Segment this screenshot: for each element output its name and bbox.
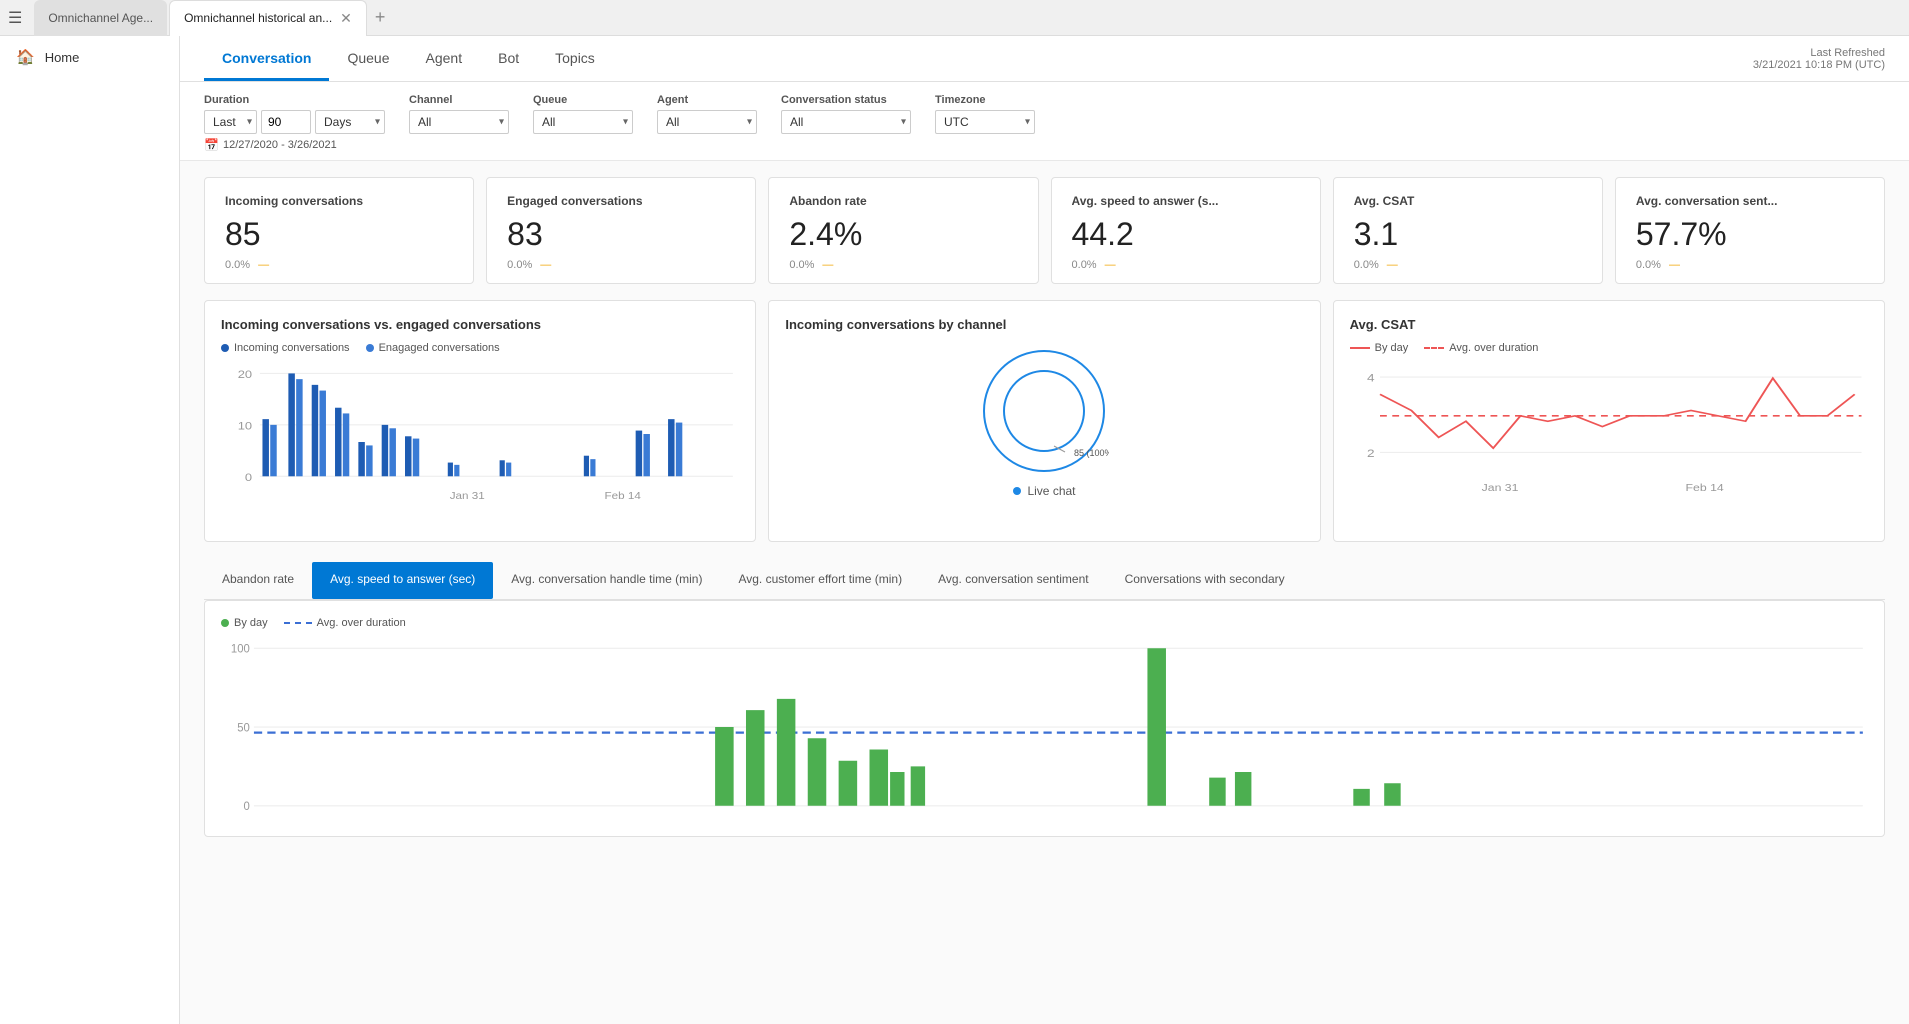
tab-topics[interactable]: Topics [537, 36, 613, 81]
svg-text:Jan 31: Jan 31 [1481, 483, 1518, 494]
tab-active-2[interactable]: Omnichannel historical an... ✕ [169, 0, 367, 36]
filter-queue: Queue All [533, 94, 633, 134]
calendar-icon: 📅 [204, 138, 219, 152]
legend-engaged: Enagaged conversations [366, 342, 500, 354]
svg-text:20: 20 [238, 368, 253, 381]
tab-label-1: Omnichannel Age... [48, 11, 153, 25]
sidebar-item-label-home: Home [45, 50, 80, 65]
tab-conversation[interactable]: Conversation [204, 36, 329, 81]
svg-text:Feb 14: Feb 14 [605, 491, 641, 502]
filter-timezone-select[interactable]: UTC [935, 110, 1035, 134]
csat-line-svg: 4 2 Jan 31 Feb 14 [1350, 362, 1868, 502]
content-area: Conversation Queue Agent Bot Topics Last… [180, 36, 1909, 1024]
tab-agent[interactable]: Agent [408, 36, 481, 81]
kpi-card-abandon: Abandon rate 2.4% 0.0% — [768, 177, 1038, 284]
tab-label-2: Omnichannel historical an... [184, 11, 332, 25]
bottom-tab-effort[interactable]: Avg. customer effort time (min) [720, 562, 920, 599]
filter-agent: Agent All [657, 94, 757, 134]
filter-duration-number[interactable] [261, 110, 311, 134]
bottom-tabs: Abandon rate Avg. speed to answer (sec) … [204, 562, 1885, 600]
bottom-chart-section: By day Avg. over duration 100 50 0 [204, 600, 1885, 837]
menu-icon[interactable]: ☰ [8, 8, 22, 28]
svg-text:2: 2 [1367, 447, 1375, 459]
svg-text:0: 0 [244, 799, 251, 814]
filter-queue-select[interactable]: All [533, 110, 633, 134]
svg-text:0: 0 [245, 471, 252, 484]
svg-text:85 (100%): 85 (100%) [1074, 448, 1109, 458]
filter-agent-select[interactable]: All [657, 110, 757, 134]
bottom-tabs-section: Abandon rate Avg. speed to answer (sec) … [180, 554, 1909, 600]
bar-chart-svg: 20 10 0 [221, 362, 739, 522]
bottom-tab-handle[interactable]: Avg. conversation handle time (min) [493, 562, 720, 599]
donut-chart-card: Incoming conversations by channel 85 (10… [768, 300, 1320, 542]
nav-tabs: Conversation Queue Agent Bot Topics [204, 36, 613, 81]
tab-close-icon[interactable]: ✕ [340, 10, 352, 27]
legend-line-byday [1350, 347, 1370, 349]
svg-text:Feb 14: Feb 14 [1685, 483, 1723, 494]
kpi-card-engaged: Engaged conversations 83 0.0% — [486, 177, 756, 284]
filter-duration: Duration Last Days Weeks Mon [204, 94, 385, 134]
svg-text:50: 50 [237, 720, 250, 735]
filter-channel-select[interactable]: All [409, 110, 509, 134]
bottom-tab-abandon[interactable]: Abandon rate [204, 562, 312, 599]
tab-inactive-1[interactable]: Omnichannel Age... [34, 0, 167, 36]
bottom-legend-dashed [284, 622, 312, 624]
browser-bar: ☰ Omnichannel Age... Omnichannel histori… [0, 0, 1909, 36]
bottom-chart-legend: By day Avg. over duration [221, 617, 1868, 629]
legend-dot-incoming [221, 344, 229, 352]
main-layout: 🏠 Home Conversation Queue Agent Bot [0, 36, 1909, 1024]
filter-channel: Channel All [409, 94, 509, 134]
svg-text:10: 10 [238, 419, 253, 432]
last-refreshed: Last Refreshed 3/21/2021 10:18 PM (UTC) [1753, 47, 1885, 81]
home-icon: 🏠 [16, 48, 35, 66]
kpi-section: Incoming conversations 85 0.0% — Engaged… [180, 161, 1909, 292]
csat-chart-card: Avg. CSAT By day Avg. over duration 4 2 [1333, 300, 1885, 542]
kpi-card-sentiment: Avg. conversation sent... 57.7% 0.0% — [1615, 177, 1885, 284]
svg-text:Jan 31: Jan 31 [450, 491, 485, 502]
kpi-card-speed: Avg. speed to answer (s... 44.2 0.0% — [1051, 177, 1321, 284]
filter-duration-preset[interactable]: Last [204, 110, 257, 134]
bottom-chart-svg: 100 50 0 [221, 637, 1868, 817]
kpi-card-incoming: Incoming conversations 85 0.0% — [204, 177, 474, 284]
filter-conv-status-select[interactable]: All [781, 110, 911, 134]
sidebar: 🏠 Home [0, 36, 180, 1024]
kpi-row: Incoming conversations 85 0.0% — Engaged… [204, 177, 1885, 284]
bottom-tab-sentiment[interactable]: Avg. conversation sentiment [920, 562, 1107, 599]
donut-legend-dot [1013, 487, 1021, 495]
filter-conversation-status: Conversation status All [781, 94, 911, 134]
csat-legend: By day Avg. over duration [1350, 342, 1868, 354]
bar-chart-legend: Incoming conversations Enagaged conversa… [221, 342, 739, 354]
content-header: Conversation Queue Agent Bot Topics Last… [180, 36, 1909, 82]
bar-chart-card: Incoming conversations vs. engaged conve… [204, 300, 756, 542]
sidebar-item-home[interactable]: 🏠 Home [0, 36, 179, 78]
new-tab-button[interactable]: + [375, 7, 386, 28]
donut-svg: 85 (100%) [979, 346, 1109, 476]
date-range: 📅 12/27/2020 - 3/26/2021 [204, 134, 1885, 152]
legend-avg: Avg. over duration [1424, 342, 1538, 354]
tab-bot[interactable]: Bot [480, 36, 537, 81]
bottom-tab-secondary[interactable]: Conversations with secondary [1107, 562, 1303, 599]
filter-duration-unit[interactable]: Days Weeks Months [315, 110, 385, 134]
charts-row: Incoming conversations vs. engaged conve… [180, 292, 1909, 554]
svg-text:4: 4 [1367, 372, 1375, 384]
donut-legend: Live chat [1013, 484, 1075, 498]
legend-dot-engaged [366, 344, 374, 352]
legend-dashed-avg [1424, 347, 1444, 349]
tab-queue[interactable]: Queue [329, 36, 407, 81]
svg-text:100: 100 [231, 641, 250, 656]
bottom-legend-dot [221, 619, 229, 627]
bottom-tab-speed[interactable]: Avg. speed to answer (sec) [312, 562, 493, 599]
filters-row: Duration Last Days Weeks Mon [180, 82, 1909, 161]
legend-byday: By day [1350, 342, 1409, 354]
kpi-card-csat: Avg. CSAT 3.1 0.0% — [1333, 177, 1603, 284]
filter-group: Duration Last Days Weeks Mon [204, 94, 1885, 134]
filter-timezone: Timezone UTC [935, 94, 1035, 134]
legend-incoming: Incoming conversations [221, 342, 350, 354]
